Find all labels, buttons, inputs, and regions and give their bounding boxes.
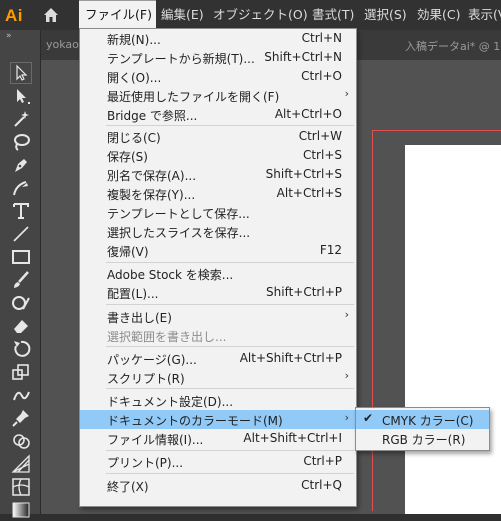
menu-item-save-selected-slices[interactable]: 選択したスライスを保存...	[80, 222, 356, 241]
menu-type[interactable]: 書式(T)	[312, 0, 354, 30]
app-bar: Ai ファイル(F) 編集(E) オブジェクト(O) 書式(T) 選択(S) 効…	[0, 0, 501, 30]
chevron-right-icon: ›	[344, 308, 349, 321]
gradient-tool-icon[interactable]	[10, 499, 32, 521]
menu-item-scripts[interactable]: スクリプト(R) ›	[80, 368, 356, 387]
checkmark-icon: ✔	[363, 411, 374, 425]
menu-separator	[106, 125, 354, 126]
menu-effect[interactable]: 効果(C)	[417, 0, 460, 30]
color-mode-submenu: ✔ CMYK カラー(C) RGB カラー(R)	[355, 407, 490, 451]
chevron-right-icon: ›	[344, 411, 349, 424]
menu-separator	[106, 346, 354, 347]
warp-tool-icon[interactable]	[10, 384, 32, 406]
lasso-icon[interactable]	[10, 131, 32, 153]
pen-tool-icon[interactable]	[10, 154, 32, 176]
menu-item-document-color-mode[interactable]: ドキュメントのカラーモード(M) ›	[80, 410, 356, 429]
type-tool-icon[interactable]	[10, 200, 32, 222]
perspective-grid-icon[interactable]	[10, 453, 32, 475]
paintbrush-icon[interactable]	[10, 269, 32, 291]
menu-item-new[interactable]: 新規(N)... Ctrl+N	[80, 29, 356, 48]
pin-tool-icon[interactable]	[10, 407, 32, 429]
menu-item-open[interactable]: 開く(O)... Ctrl+O	[80, 67, 356, 86]
chevron-right-icon: ›	[344, 369, 349, 382]
menu-item-open-recent[interactable]: 最近使用したファイルを開く(F) ›	[80, 86, 356, 105]
menu-item-file-info[interactable]: ファイル情報(I)... Alt+Shift+Ctrl+I	[80, 429, 356, 448]
selection-tool-icon[interactable]	[10, 62, 32, 84]
menu-item-document-setup[interactable]: ドキュメント設定(D)...	[80, 391, 356, 410]
magic-wand-icon[interactable]	[10, 108, 32, 130]
eraser-icon[interactable]	[10, 315, 32, 337]
menu-item-export-selection: 選択範囲を書き出し...	[107, 330, 227, 344]
submenu-item-rgb[interactable]: RGB カラー(R)	[356, 429, 489, 448]
collapse-icon[interactable]: »	[6, 31, 12, 41]
tools-panel: »	[0, 30, 41, 518]
shaper-tool-icon[interactable]	[10, 292, 32, 314]
menu-item-exit[interactable]: 終了(X) Ctrl+Q	[80, 476, 356, 495]
document-tab-title[interactable]: 入稿データai* @ 150% (CMYK/…	[405, 38, 501, 54]
menu-item-save-as[interactable]: 別名で保存(A)... Shift+Ctrl+S	[80, 165, 356, 184]
artboard[interactable]	[405, 145, 501, 514]
menu-select[interactable]: 選択(S)	[364, 0, 407, 30]
menu-view[interactable]: 表示(V	[468, 0, 501, 30]
app-logo: Ai	[5, 6, 23, 25]
menu-separator	[106, 473, 354, 474]
menu-edit[interactable]: 編集(E)	[161, 0, 204, 30]
menu-item-browse-bridge[interactable]: Bridge で参照... Alt+Ctrl+O	[80, 105, 356, 124]
menu-item-save[interactable]: 保存(S) Ctrl+S	[80, 146, 356, 165]
menu-item-package[interactable]: パッケージ(G)... Alt+Shift+Ctrl+P	[80, 349, 356, 368]
menu-item-close[interactable]: 閉じる(C) Ctrl+W	[80, 127, 356, 146]
menu-file[interactable]: ファイル(F)	[79, 0, 156, 30]
curvature-tool-icon[interactable]	[10, 177, 32, 199]
line-tool-icon[interactable]	[10, 223, 32, 245]
file-menu: 新規(N)... Ctrl+N テンプレートから新規(T)... Shift+C…	[79, 28, 357, 507]
menu-item-save-copy[interactable]: 複製を保存(Y)... Alt+Ctrl+S	[80, 184, 356, 203]
rectangle-tool-icon[interactable]	[10, 246, 32, 268]
menu-separator	[106, 304, 354, 305]
menu-item-place[interactable]: 配置(L)... Shift+Ctrl+P	[80, 283, 356, 302]
rotate-tool-icon[interactable]	[10, 338, 32, 360]
menu-object[interactable]: オブジェクト(O)	[213, 0, 308, 30]
submenu-item-cmyk[interactable]: ✔ CMYK カラー(C)	[356, 410, 489, 429]
shape-builder-icon[interactable]	[10, 430, 32, 452]
menu-separator	[106, 262, 354, 263]
document-tab[interactable]: yokao	[46, 38, 79, 51]
menu-item-export[interactable]: 書き出し(E) ›	[80, 307, 356, 326]
chevron-right-icon: ›	[344, 87, 349, 100]
menu-separator	[106, 388, 354, 389]
menu-item-new-from-template[interactable]: テンプレートから新規(T)... Shift+Ctrl+N	[80, 48, 356, 67]
menu-item-revert[interactable]: 復帰(V) F12	[80, 241, 356, 260]
direct-selection-icon[interactable]	[10, 85, 32, 107]
home-icon[interactable]	[42, 6, 60, 24]
menu-item-search-adobe-stock[interactable]: Adobe Stock を検索...	[80, 264, 356, 283]
mesh-tool-icon[interactable]	[10, 476, 32, 498]
menu-item-save-as-template[interactable]: テンプレートとして保存...	[80, 203, 356, 222]
menu-item-print[interactable]: プリント(P)... Ctrl+P	[80, 452, 356, 471]
menu-separator	[106, 450, 354, 451]
scale-tool-icon[interactable]	[10, 361, 32, 383]
